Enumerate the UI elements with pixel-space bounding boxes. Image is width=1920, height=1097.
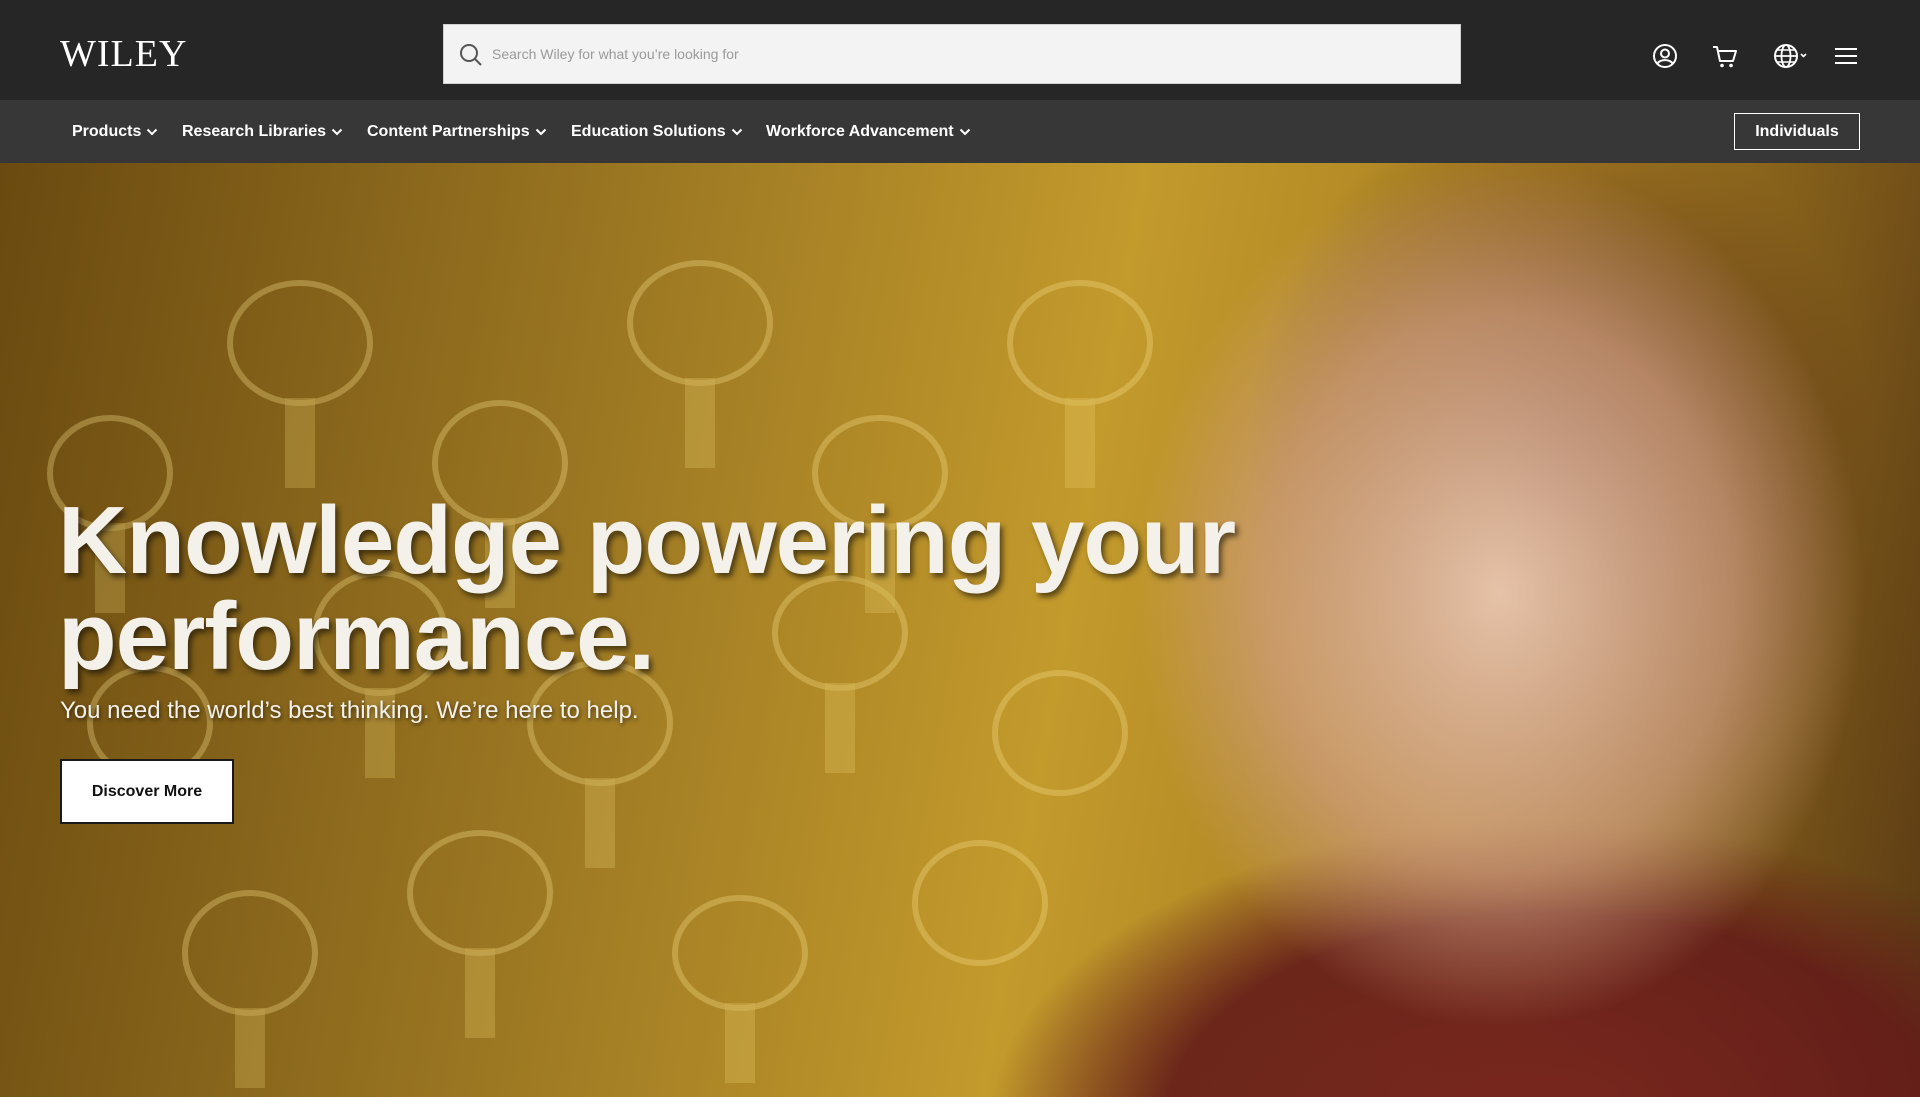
main-nav: Products Research Libraries Content Part… xyxy=(0,100,1920,163)
wiley-logo[interactable]: WILEY xyxy=(60,32,187,76)
hero-subtitle: You need the world’s best thinking. We’r… xyxy=(60,697,639,724)
nav-item-label: Education Solutions xyxy=(571,122,726,140)
discover-more-button[interactable]: Discover More xyxy=(60,759,234,824)
nav-item-content-partnerships[interactable]: Content Partnerships xyxy=(367,100,547,163)
chevron-down-icon xyxy=(535,128,546,135)
user-circle-icon[interactable] xyxy=(1651,42,1679,70)
hamburger-menu-icon[interactable] xyxy=(1832,42,1860,70)
search-bar[interactable] xyxy=(443,24,1461,84)
chevron-down-icon xyxy=(959,128,970,135)
chevron-down-icon xyxy=(731,128,742,135)
nav-item-research-libraries[interactable]: Research Libraries xyxy=(182,100,343,163)
nav-item-education-solutions[interactable]: Education Solutions xyxy=(571,100,743,163)
hero-title: Knowledge powering your performance. xyxy=(58,487,1236,690)
nav-item-products[interactable]: Products xyxy=(72,100,158,163)
chevron-down-icon xyxy=(147,128,158,135)
search-input[interactable] xyxy=(492,25,1442,83)
site-header: WILEY xyxy=(0,0,1920,100)
hero-banner: Knowledge powering your performance. You… xyxy=(0,163,1920,1097)
search-icon xyxy=(458,42,484,68)
nav-item-label: Products xyxy=(72,122,142,140)
cart-icon[interactable] xyxy=(1711,42,1739,70)
nav-item-label: Research Libraries xyxy=(182,122,327,140)
nav-item-label: Workforce Advancement xyxy=(766,122,954,140)
individuals-button[interactable]: Individuals xyxy=(1734,113,1860,150)
globe-icon[interactable] xyxy=(1773,42,1809,70)
nav-item-workforce-advancement[interactable]: Workforce Advancement xyxy=(766,100,971,163)
chevron-down-icon xyxy=(331,128,343,135)
nav-item-label: Content Partnerships xyxy=(367,122,530,140)
